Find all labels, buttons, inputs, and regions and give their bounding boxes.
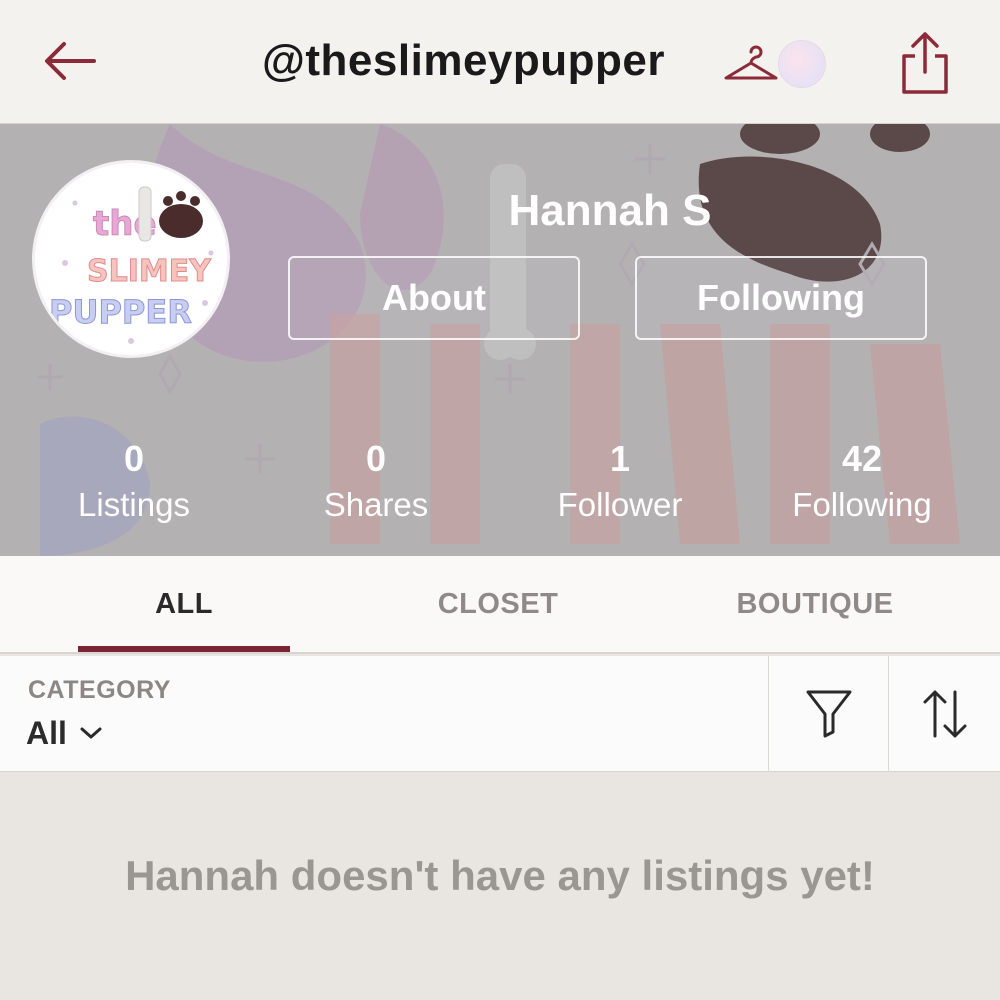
share-icon [902,32,948,94]
profile-name: Hannah S [508,186,712,235]
share-button[interactable] [900,30,950,96]
sort-button[interactable] [888,656,1000,772]
stat-value: 0 [365,438,387,479]
mini-avatar[interactable] [778,40,826,88]
profile-avatar[interactable]: the SLIMEY PUPPER [32,160,230,358]
profile-banner: the SLIMEY PUPPER Hannah S About Followi… [0,124,1000,556]
top-bar: @theslimeypupper [0,0,1000,124]
category-dropdown[interactable]: All [26,710,103,756]
back-button[interactable] [40,38,100,84]
hanger-icon[interactable] [722,44,780,84]
svg-text:PUPPER: PUPPER [49,293,192,331]
avatar-logo: the SLIMEY PUPPER [35,163,227,355]
stat-shares[interactable]: 0 Shares [266,438,486,530]
stat-label: Listings [78,486,190,523]
category-label: CATEGORY [28,676,171,704]
tab-closet[interactable]: CLOSET [390,556,606,652]
filter-button[interactable] [768,656,888,772]
tab-all[interactable]: ALL [78,556,290,652]
closet-tabs: ALL CLOSET BOUTIQUE [0,556,1000,654]
stat-followers[interactable]: 1 Follower [510,438,730,530]
empty-state-message: Hannah doesn't have any listings yet! [125,852,875,899]
chevron-down-icon [80,727,102,739]
filter-funnel-icon [806,690,851,738]
stat-following[interactable]: 42 Following [752,438,972,530]
page-title: @theslimeypupper [262,36,665,85]
svg-text:SLIMEY: SLIMEY [87,254,212,289]
sort-arrows-icon [923,690,966,738]
about-button[interactable]: About [288,256,580,340]
stat-listings[interactable]: 0 Listings [24,438,244,530]
following-button[interactable]: Following [635,256,927,340]
stat-label: Shares [323,486,429,523]
stat-label: Follower [557,486,683,523]
back-arrow-icon [45,42,96,80]
category-value: All [26,714,67,751]
tab-boutique[interactable]: BOUTIQUE [700,556,930,652]
stat-value: 42 [841,438,883,479]
stat-value: 1 [609,438,631,479]
active-tab-indicator [78,646,290,652]
stat-value: 0 [123,438,145,479]
stat-label: Following [792,486,932,523]
filter-bar: CATEGORY All [0,656,1000,772]
